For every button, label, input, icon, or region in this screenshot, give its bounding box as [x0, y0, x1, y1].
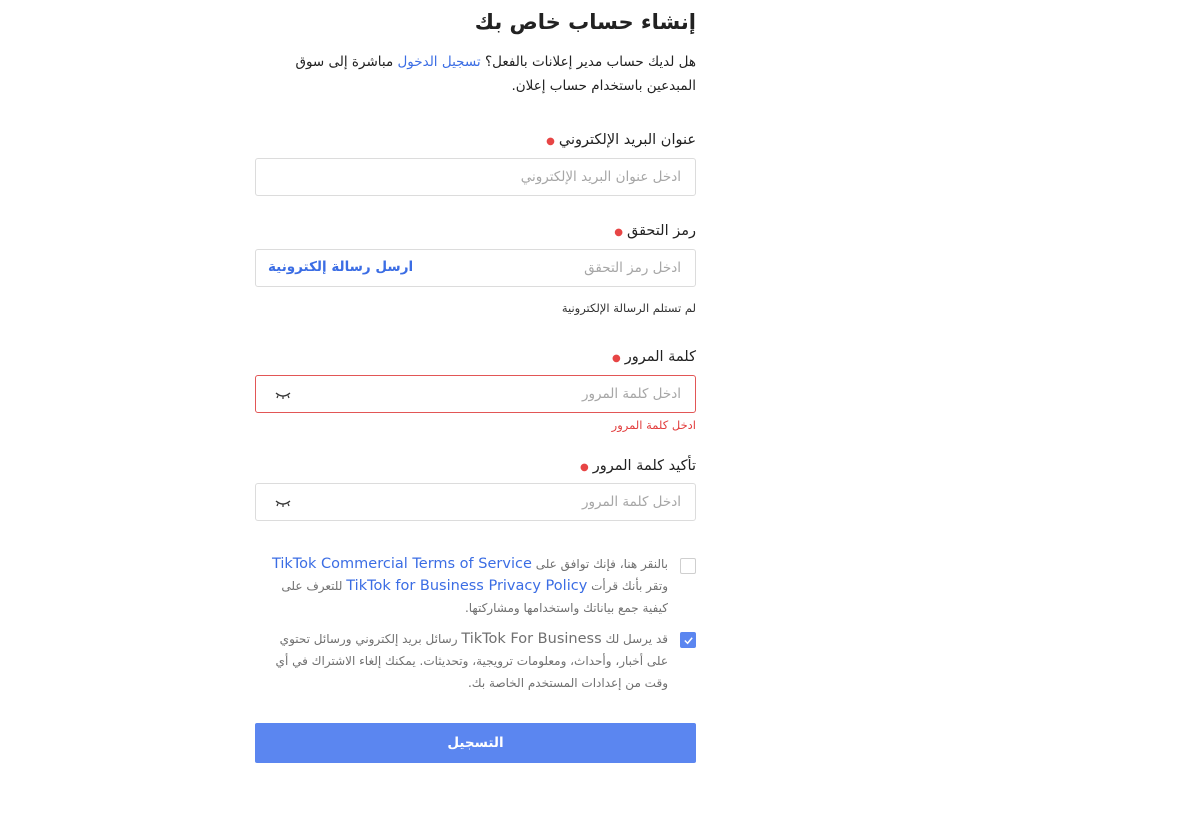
eye-closed-icon[interactable]: [274, 388, 292, 402]
code-label-text: رمز التحقق: [627, 223, 696, 239]
login-link[interactable]: تسجيل الدخول: [397, 54, 480, 70]
resend-hint[interactable]: لم تستلم الرسالة الإلكترونية: [562, 301, 696, 315]
intro-text-before: هل لديك حساب مدير إعلانات بالفعل؟: [480, 54, 696, 70]
marketing-text-1: قد يرسل لك: [601, 632, 668, 646]
email-label-text: عنوان البريد الإلكتروني: [558, 132, 696, 148]
marketing-text: قد يرسل لك TikTok For Business رسائل بري…: [255, 628, 668, 694]
password-label: كلمة المرور●: [612, 349, 696, 365]
confirm-password-label-text: تأكيد كلمة المرور: [592, 458, 696, 474]
send-email-button[interactable]: ارسل رسالة إلكترونية: [268, 259, 413, 275]
password-field-box: [255, 375, 696, 413]
eye-closed-icon[interactable]: [274, 496, 292, 510]
commercial-terms-link[interactable]: TikTok Commercial Terms of Service: [272, 556, 532, 572]
page-title: إنشاء حساب خاص بك: [474, 10, 696, 34]
terms-text-2: وتقر بأنك قرأت: [587, 579, 668, 593]
checkmark-icon: [684, 637, 693, 645]
code-field-box: ارسل رسالة إلكترونية: [255, 249, 696, 287]
terms-text-1: بالنقر هنا، فإنك توافق على: [531, 557, 668, 571]
terms-text: بالنقر هنا، فإنك توافق على TikTok Commer…: [255, 553, 668, 619]
email-input[interactable]: [381, 159, 681, 195]
signup-form: إنشاء حساب خاص بك هل لديك حساب مدير إعلا…: [255, 0, 696, 822]
password-error: ادخل كلمة المرور: [611, 418, 696, 432]
code-label: رمز التحقق ●: [614, 223, 696, 239]
privacy-policy-link[interactable]: TikTok for Business Privacy Policy: [346, 578, 587, 594]
email-label: عنوان البريد الإلكتروني●: [546, 132, 696, 148]
required-marker: ●: [614, 227, 623, 238]
required-marker: ●: [580, 462, 589, 473]
code-input[interactable]: [461, 250, 681, 286]
password-label-text: كلمة المرور: [624, 349, 696, 365]
required-marker: ●: [546, 136, 555, 147]
email-field-box: [255, 158, 696, 196]
confirm-password-field-box: [255, 483, 696, 521]
terms-checkbox[interactable]: [680, 558, 696, 574]
register-button[interactable]: التسجيل: [255, 723, 696, 763]
marketing-checkbox[interactable]: [680, 632, 696, 648]
confirm-password-label: تأكيد كلمة المرور●: [580, 458, 696, 474]
intro-text: هل لديك حساب مدير إعلانات بالفعل؟ تسجيل …: [255, 50, 696, 98]
marketing-brand: TikTok For Business: [461, 631, 602, 647]
password-input[interactable]: [381, 376, 681, 412]
confirm-password-input[interactable]: [381, 484, 681, 520]
required-marker: ●: [611, 353, 621, 364]
